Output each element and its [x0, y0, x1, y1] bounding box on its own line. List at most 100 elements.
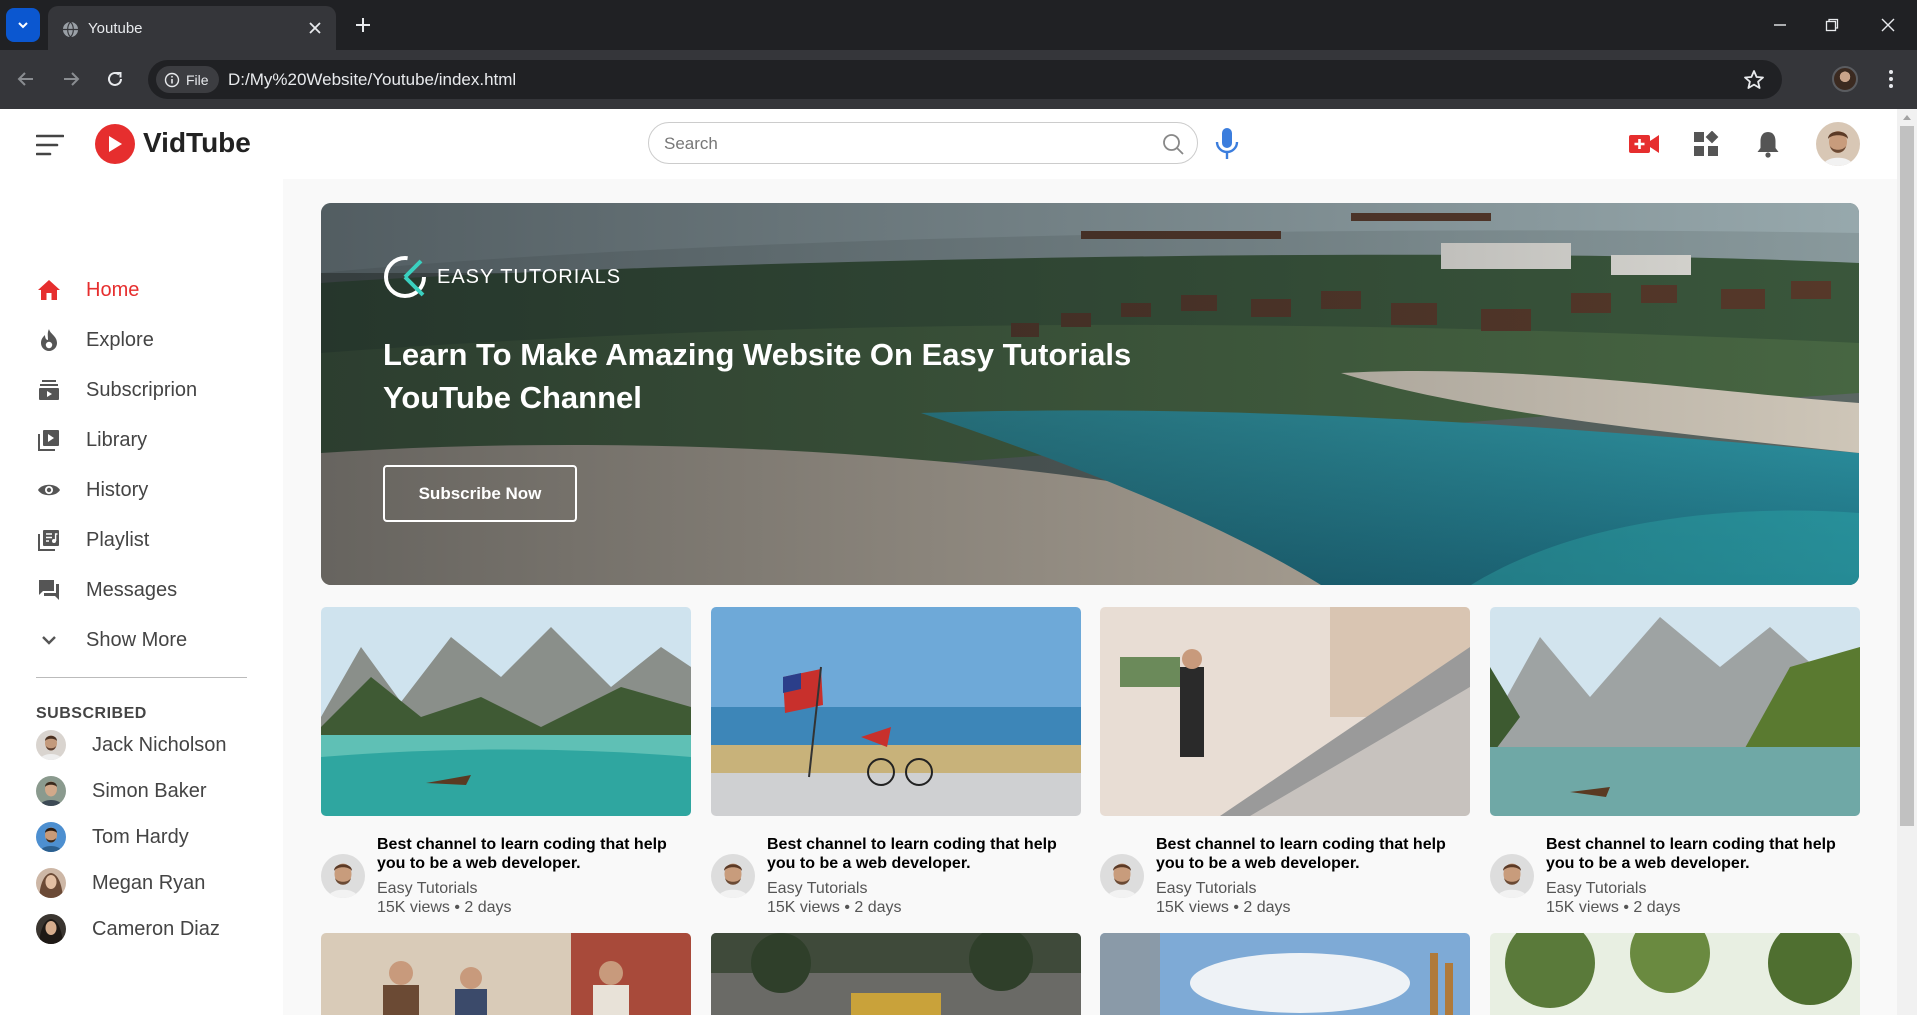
- video-channel[interactable]: Easy Tutorials: [767, 880, 867, 898]
- logo-text[interactable]: VidTube: [143, 127, 251, 159]
- scrollbar-thumb[interactable]: [1900, 126, 1914, 826]
- video-thumbnail[interactable]: [1100, 933, 1470, 1015]
- upload-video-button[interactable]: [1627, 127, 1661, 161]
- browser-tab[interactable]: Youtube: [48, 6, 336, 50]
- subscription-icon: [36, 377, 62, 403]
- video-meta: 15K views • 2 days: [767, 899, 902, 916]
- tab-search-button[interactable]: [6, 8, 40, 42]
- video-thumbnail[interactable]: [1100, 607, 1470, 816]
- sidebar-item-history[interactable]: History: [36, 475, 148, 505]
- minimize-button[interactable]: [1760, 8, 1800, 42]
- channel-avatar[interactable]: [711, 854, 755, 898]
- subscribe-now-button[interactable]: Subscribe Now: [383, 465, 577, 522]
- logo-play-icon[interactable]: [95, 124, 135, 164]
- video-thumbnail[interactable]: [321, 933, 691, 1015]
- subscription-item[interactable]: Jack Nicholson: [36, 728, 227, 762]
- video-camera-icon: [1629, 135, 1659, 153]
- browser-toolbar: File D:/My%20Website/Youtube/index.html: [0, 50, 1917, 109]
- library-icon: [36, 427, 62, 453]
- plus-icon: [356, 18, 370, 32]
- channel-avatar[interactable]: [1490, 854, 1534, 898]
- video-thumbnail[interactable]: [711, 607, 1081, 816]
- sidebar-item-show-more[interactable]: Show More: [36, 625, 187, 655]
- video-card[interactable]: Best channel to learn coding that help y…: [711, 607, 1081, 917]
- subscription-item[interactable]: Tom Hardy: [36, 820, 189, 854]
- tab-close-button[interactable]: [304, 17, 326, 39]
- messages-icon: [36, 577, 62, 603]
- sidebar-item-home[interactable]: Home: [36, 275, 139, 305]
- video-channel[interactable]: Easy Tutorials: [1156, 880, 1256, 898]
- video-title[interactable]: Best channel to learn coding that help y…: [1156, 835, 1468, 873]
- video-meta: 15K views • 2 days: [1546, 899, 1681, 916]
- search-box: [648, 122, 1198, 164]
- user-avatar[interactable]: [1816, 122, 1860, 166]
- subscription-name: Megan Ryan: [92, 871, 206, 894]
- subscription-item[interactable]: Simon Baker: [36, 774, 207, 808]
- browser-menu-button[interactable]: [1876, 64, 1906, 94]
- restore-button[interactable]: [1812, 8, 1852, 42]
- video-channel[interactable]: Easy Tutorials: [377, 880, 477, 898]
- avatar: [36, 868, 66, 898]
- microphone-icon[interactable]: [1214, 127, 1240, 161]
- new-tab-button[interactable]: [350, 12, 376, 38]
- video-thumbnail[interactable]: [1490, 933, 1860, 1015]
- subscription-item[interactable]: Megan Ryan: [36, 866, 205, 900]
- chevron-down-icon: [18, 22, 28, 29]
- restore-icon: [1825, 18, 1839, 32]
- scroll-up-arrow-icon[interactable]: [1901, 111, 1913, 123]
- video-thumbnail[interactable]: [711, 933, 1081, 1015]
- banner-brand-text: EASY TUTORIALS: [437, 265, 622, 288]
- sidebar-item-explore[interactable]: Explore: [36, 325, 154, 355]
- avatar: [36, 822, 66, 852]
- video-card[interactable]: Best channel to learn coding that help y…: [1100, 607, 1470, 917]
- minimize-icon: [1774, 24, 1786, 26]
- close-icon: [309, 22, 321, 34]
- site-info-chip[interactable]: File: [156, 66, 219, 93]
- video-thumbnail[interactable]: [1490, 607, 1860, 816]
- bookmark-star-icon[interactable]: [1742, 68, 1766, 92]
- history-icon: [36, 477, 62, 503]
- page-scrollbar[interactable]: [1897, 109, 1917, 1015]
- window-close-button[interactable]: [1868, 8, 1908, 42]
- reload-button[interactable]: [98, 62, 132, 96]
- apps-button[interactable]: [1689, 127, 1723, 161]
- address-bar[interactable]: File D:/My%20Website/Youtube/index.html: [148, 60, 1782, 99]
- site-navbar: VidTube: [0, 109, 1897, 179]
- video-title[interactable]: Best channel to learn coding that help y…: [767, 835, 1079, 873]
- sidebar-item-library[interactable]: Library: [36, 425, 147, 455]
- subscription-name: Simon Baker: [92, 779, 207, 802]
- video-thumbnail[interactable]: [321, 607, 691, 816]
- forward-button[interactable]: [54, 62, 88, 96]
- sidebar-item-subscription[interactable]: Subscriprion: [36, 375, 197, 405]
- video-title[interactable]: Best channel to learn coding that help y…: [1546, 835, 1858, 873]
- site-chip-label: File: [186, 71, 209, 88]
- browser-tabstrip: Youtube: [0, 0, 1917, 50]
- video-title[interactable]: Best channel to learn coding that help y…: [377, 835, 689, 873]
- channel-avatar[interactable]: [321, 854, 365, 898]
- back-button[interactable]: [9, 62, 43, 96]
- menu-icon[interactable]: [36, 133, 64, 157]
- subscription-item[interactable]: Cameron Diaz: [36, 912, 220, 946]
- video-card[interactable]: Best channel to learn coding that help y…: [321, 607, 691, 917]
- channel-avatar[interactable]: [1100, 854, 1144, 898]
- reload-icon: [108, 71, 122, 86]
- sidebar-item-label: Library: [86, 428, 148, 451]
- subscription-name: Jack Nicholson: [92, 733, 227, 756]
- sidebar: Home Explore Subscriprion Library Histor…: [0, 179, 283, 1015]
- browser-profile-avatar[interactable]: [1832, 66, 1858, 92]
- sidebar-item-messages[interactable]: Messages: [36, 575, 177, 605]
- home-icon: [36, 277, 62, 303]
- search-input[interactable]: [664, 132, 1144, 156]
- search-icon[interactable]: [1161, 132, 1185, 156]
- notifications-button[interactable]: [1751, 127, 1785, 161]
- video-meta: 15K views • 2 days: [377, 899, 512, 916]
- avatar: [36, 730, 66, 760]
- sidebar-item-playlist[interactable]: Playlist: [36, 525, 149, 555]
- easy-tutorials-logo: [384, 256, 426, 298]
- video-card[interactable]: Best channel to learn coding that help y…: [1490, 607, 1860, 917]
- arrow-right-icon: [64, 72, 80, 86]
- sidebar-item-label: Subscriprion: [86, 378, 198, 401]
- video-channel[interactable]: Easy Tutorials: [1546, 880, 1646, 898]
- subscription-name: Cameron Diaz: [92, 917, 220, 940]
- video-meta: 15K views • 2 days: [1156, 899, 1291, 916]
